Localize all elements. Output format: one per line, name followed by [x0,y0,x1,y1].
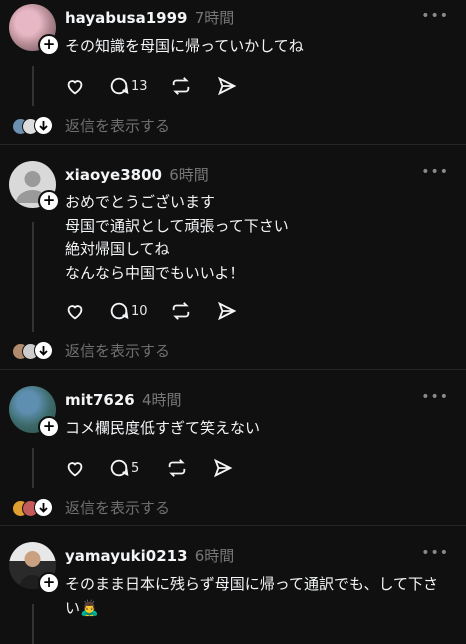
repost-button[interactable] [170,74,192,98]
share-button[interactable] [216,299,238,323]
timestamp: 6時間 [169,166,209,184]
more-options-icon[interactable]: ••• [421,545,449,561]
more-options-icon[interactable]: ••• [421,8,449,24]
chevron-down-icon [34,341,53,360]
comment-icon [110,459,129,477]
reply-button[interactable]: 13 [108,74,148,98]
thread-line [32,66,34,106]
reply-count: 13 [131,78,148,94]
repost-icon [168,459,186,477]
heart-icon [67,462,83,477]
like-button[interactable] [64,299,86,323]
reply-count: 10 [131,303,148,319]
timestamp: 6時間 [194,547,235,565]
like-button[interactable] [64,74,86,98]
reply-button[interactable]: 10 [108,299,148,323]
heart-icon [67,305,83,320]
share-button[interactable] [212,456,234,480]
repost-icon [172,302,190,320]
reply-button[interactable]: 5 [108,456,139,480]
username[interactable]: hayabusa1999 [65,9,187,27]
like-button[interactable] [64,456,86,480]
username[interactable]: yamayuki0213 [65,547,188,565]
repost-button[interactable] [170,299,192,323]
post-text: そのまま日本に残らず母国に帰って通訳でも、して下さい🙇‍♂️ [65,575,439,617]
send-icon [217,301,237,321]
thread-line [32,604,34,644]
post-text: その知識を母国に帰っていかしてね [65,37,304,55]
post-text: コメ欄民度低すぎて笑えない [65,419,261,437]
comment-icon [110,77,129,95]
follow-plus-icon[interactable]: + [38,416,60,438]
send-icon [213,458,233,478]
thread-line [32,222,34,332]
thread-line [32,448,34,488]
follow-plus-icon[interactable]: + [38,34,60,56]
more-options-icon[interactable]: ••• [421,164,449,180]
username[interactable]: mit7626 [65,391,135,409]
chevron-down-icon [34,498,53,517]
follow-plus-icon[interactable]: + [38,190,60,212]
username[interactable]: xiaoye3800 [65,166,162,184]
show-replies-label[interactable]: 返信を表示する [65,340,170,361]
more-options-icon[interactable]: ••• [421,389,449,405]
chevron-down-icon [34,116,53,135]
comment-icon [110,302,129,320]
show-replies-label[interactable]: 返信を表示する [65,497,170,518]
follow-plus-icon[interactable]: + [38,572,60,594]
reply-count: 5 [131,460,140,476]
timestamp: 4時間 [141,391,182,409]
timestamp: 7時間 [194,9,235,27]
divider [0,144,466,145]
show-replies-label[interactable]: 返信を表示する [65,115,170,136]
divider [0,525,466,526]
repost-icon [172,77,190,95]
send-icon [217,76,237,96]
share-button[interactable] [216,74,238,98]
heart-icon [67,80,83,95]
repost-button[interactable] [166,456,188,480]
divider [0,369,466,370]
post-text: おめでとうございます 母国で通訳として頑張って下さい 絶対帰国してね なんなら中… [65,193,289,282]
